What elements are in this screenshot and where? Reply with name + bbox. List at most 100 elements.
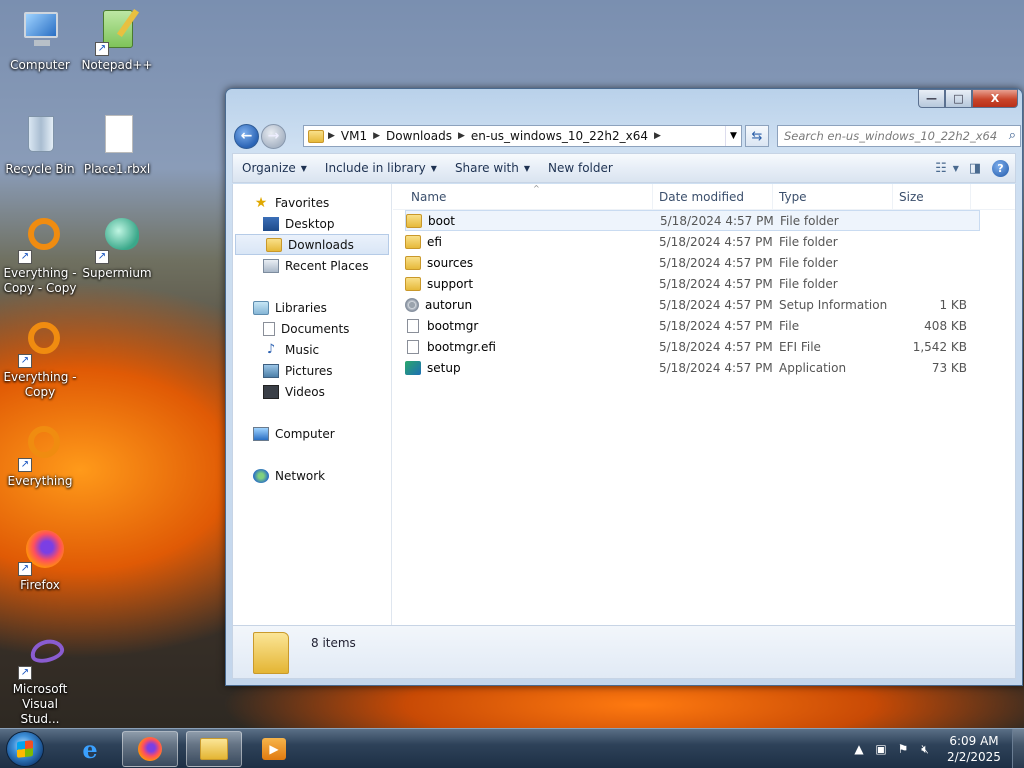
desktop-icon-label: Microsoft Visual Stud...	[12, 682, 68, 726]
file-type: File folder	[779, 234, 838, 249]
file-row[interactable]: autorun 5/18/2024 4:57 PM Setup Informatio…	[405, 294, 980, 315]
desktop-icon-everything-copy[interactable]: ↗ Everything - Copy	[1, 320, 79, 400]
nav-label: Recent Places	[285, 258, 369, 273]
file-type: File folder	[780, 213, 839, 228]
taskbar-firefox[interactable]	[122, 731, 178, 767]
breadcrumb-downloads[interactable]: Downloads	[380, 129, 458, 143]
column-header-size[interactable]: Size	[893, 184, 971, 209]
breadcrumb-separator-icon[interactable]: ▶	[373, 131, 380, 141]
file-name-cell: efi	[405, 234, 653, 249]
computer-icon	[253, 426, 269, 441]
file-size: 73 KB	[931, 360, 967, 375]
breadcrumb-separator-icon: ▶	[328, 131, 335, 141]
taskbar-explorer[interactable]	[186, 731, 242, 767]
organize-button[interactable]: Organize ▼	[233, 161, 316, 175]
shortcut-arrow-icon: ↗	[18, 354, 32, 368]
navigation-bar: ← → ▶ VM1 ▶ Downloads ▶ en-us_windows_10…	[234, 123, 1021, 149]
minimize-button[interactable]: —	[918, 89, 945, 108]
nav-network[interactable]: Network	[233, 465, 391, 486]
desktop-icon-computer[interactable]: Computer	[1, 8, 79, 73]
column-header-name[interactable]: Name	[393, 184, 653, 209]
desktop-icon-everything-copy-copy[interactable]: ↗ Everything - Copy - Copy	[1, 216, 79, 296]
forward-button[interactable]: →	[261, 123, 286, 149]
file-row[interactable]: setup 5/18/2024 4:57 PM Application 73 KB	[405, 357, 980, 378]
desktop-icon-everything[interactable]: ↗ Everything	[1, 424, 79, 489]
volume-muted-icon[interactable]: 🔇︎	[914, 742, 936, 757]
file-name: support	[427, 276, 474, 291]
nav-downloads[interactable]: Downloads	[235, 234, 389, 255]
search-input[interactable]: Search en-us_windows_10_22h2_x64 ⌕	[777, 125, 1021, 147]
breadcrumb-current-folder[interactable]: en-us_windows_10_22h2_x64	[465, 129, 654, 143]
file-name-cell: autorun	[405, 297, 653, 312]
desktop-icon-supermium[interactable]: ↗ Supermium	[78, 216, 156, 281]
explorer-window[interactable]: — □ X ← → ▶ VM1 ▶ Downloads ▶ en-us_wind…	[225, 88, 1023, 686]
nav-recent-places[interactable]: Recent Places	[233, 255, 391, 276]
downloads-folder-icon	[266, 237, 282, 252]
start-button[interactable]	[6, 731, 44, 767]
help-button[interactable]: ?	[992, 159, 1009, 177]
taskbar-media-player[interactable]: ▶	[246, 731, 302, 767]
file-row[interactable]: sources 5/18/2024 4:57 PM File folder	[405, 252, 980, 273]
windows-logo-icon	[17, 740, 33, 758]
show-desktop-button[interactable]	[1012, 729, 1024, 768]
media-player-icon: ▶	[262, 738, 286, 760]
folder-icon	[405, 234, 421, 249]
file-row[interactable]: boot 5/18/2024 4:57 PM File folder	[405, 210, 980, 231]
close-button[interactable]: X	[972, 89, 1018, 108]
clock[interactable]: 6:09 AM 2/2/2025	[936, 733, 1012, 765]
file-name-cell: boot	[406, 213, 654, 228]
file-icon	[407, 318, 419, 333]
shortcut-arrow-icon: ↗	[18, 562, 32, 576]
nav-favorites[interactable]: ★ Favorites	[233, 192, 391, 213]
chevron-down-icon: ▼	[523, 163, 530, 173]
breadcrumb-separator-icon[interactable]: ▶	[458, 131, 465, 141]
nav-computer[interactable]: Computer	[233, 423, 391, 444]
file-date: 5/18/2024 4:57 PM	[659, 234, 773, 249]
share-with-button[interactable]: Share with ▼	[446, 161, 539, 175]
maximize-button[interactable]: □	[945, 89, 972, 108]
address-bar[interactable]: ▶ VM1 ▶ Downloads ▶ en-us_windows_10_22h…	[303, 125, 742, 147]
breadcrumb-vm1[interactable]: VM1	[335, 129, 373, 143]
desktop-icon-notepadpp[interactable]: ↗ Notepad++	[78, 8, 156, 73]
desktop-icon-label: Everything - Copy - Copy	[3, 266, 77, 295]
shortcut-arrow-icon: ↗	[18, 458, 32, 472]
action-center-flag-icon[interactable]: ⚑	[892, 742, 914, 756]
file-row[interactable]: bootmgr.efi 5/18/2024 4:57 PM EFI File 1,54…	[405, 336, 980, 357]
taskbar: e ▶ ▲ ▣ ⚑ 🔇︎ 6:09 AM 2/2/2025	[0, 728, 1024, 768]
file-type: File	[779, 318, 800, 333]
nav-documents[interactable]: Documents	[233, 318, 391, 339]
nav-videos[interactable]: Videos	[233, 381, 391, 402]
new-folder-button[interactable]: New folder	[539, 161, 622, 175]
refresh-button[interactable]: ⇆	[745, 125, 769, 147]
clock-time: 6:09 AM	[949, 734, 999, 748]
file-name: sources	[427, 255, 474, 270]
network-tray-icon[interactable]: ▣	[870, 742, 892, 756]
file-row[interactable]: efi 5/18/2024 4:57 PM File folder	[405, 231, 980, 252]
star-icon: ★	[254, 194, 268, 211]
search-icon[interactable]: ⌕	[1009, 128, 1016, 143]
show-hidden-icons-icon[interactable]: ▲	[848, 742, 870, 756]
file-row[interactable]: bootmgr 5/18/2024 4:57 PM File 408 KB	[405, 315, 980, 336]
preview-pane-icon: ◨	[968, 160, 982, 176]
file-name: boot	[428, 213, 456, 228]
nav-libraries[interactable]: Libraries	[233, 297, 391, 318]
desktop-icon-place1[interactable]: Place1.rbxl	[78, 112, 156, 177]
include-in-library-button[interactable]: Include in library ▼	[316, 161, 446, 175]
desktop-icon-recycle-bin[interactable]: Recycle Bin	[1, 112, 79, 177]
column-header-date[interactable]: Date modified	[653, 184, 773, 209]
address-dropdown-icon[interactable]: ▼	[725, 126, 741, 146]
back-button[interactable]: ←	[234, 123, 259, 149]
nav-desktop[interactable]: Desktop	[233, 213, 391, 234]
preview-pane-button[interactable]: ◨	[964, 158, 986, 178]
file-row[interactable]: support 5/18/2024 4:57 PM File folder	[405, 273, 980, 294]
breadcrumb-separator-icon[interactable]: ▶	[654, 131, 661, 141]
desktop-icon-firefox[interactable]: ↗ Firefox	[1, 528, 79, 593]
nav-pictures[interactable]: Pictures	[233, 360, 391, 381]
nav-music[interactable]: ♪ Music	[233, 339, 391, 360]
desktop-icon-visual-studio[interactable]: ↗ Microsoft Visual Stud...	[1, 632, 79, 727]
change-view-button[interactable]: ☷ ▼	[935, 158, 959, 178]
videos-icon	[263, 384, 279, 399]
column-header-type[interactable]: Type	[773, 184, 893, 209]
file-size: 408 KB	[924, 318, 967, 333]
taskbar-internet-explorer[interactable]: e	[62, 731, 118, 767]
